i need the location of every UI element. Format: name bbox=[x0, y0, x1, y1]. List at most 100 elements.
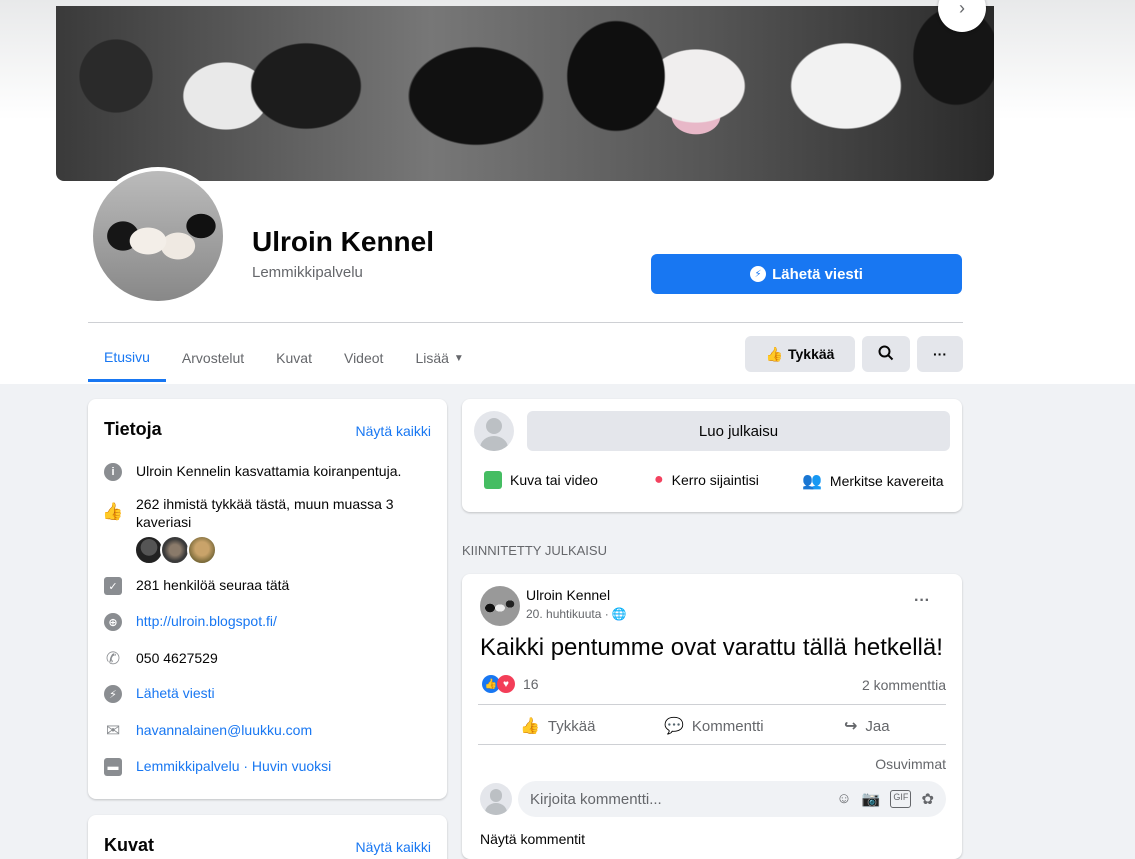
divider bbox=[478, 704, 946, 705]
location-pin-icon: ● bbox=[654, 471, 664, 488]
user-avatar[interactable] bbox=[474, 411, 514, 451]
pinned-post-label: KIINNITETTY JULKAISU bbox=[462, 543, 607, 558]
tab-label: Etusivu bbox=[104, 348, 150, 365]
globe-icon: 🌐 bbox=[611, 607, 627, 621]
page-category: Lemmikkipalvelu bbox=[252, 264, 363, 281]
composer-card: Luo julkaisu Kuva tai video ● Kerro sija… bbox=[462, 399, 962, 512]
commenter-avatar[interactable] bbox=[480, 783, 512, 815]
photo-icon bbox=[484, 471, 502, 489]
tab-label: Arvostelut bbox=[181, 350, 245, 366]
messenger-icon: ⚡ bbox=[104, 685, 122, 703]
thumbs-up-icon: 👍 bbox=[102, 502, 124, 521]
post-comment-button[interactable]: 💬 Kommentti bbox=[664, 716, 764, 736]
search-icon bbox=[878, 345, 894, 364]
tag-friends-button[interactable]: 👥 Merkitse kavereita bbox=[802, 471, 944, 491]
tag-friends-label: Merkitse kavereita bbox=[829, 473, 944, 489]
photo-video-label: Kuva tai video bbox=[510, 472, 598, 488]
divider bbox=[88, 322, 963, 323]
profile-picture[interactable] bbox=[89, 167, 227, 305]
post-text: Kaikki pentumme ovat varattu tällä hetke… bbox=[480, 634, 943, 661]
post-card: Ulroin Kennel 20. huhtikuuta · 🌐 ··· Kai… bbox=[462, 574, 962, 859]
about-categories-row: ▬ Lemmikkipalvelu · Huvin vuoksi bbox=[104, 758, 331, 776]
tag-friends-icon: 👥 bbox=[802, 473, 822, 490]
page-tabs: Etusivu Arvostelut Kuvat Videot Lisää ▼ bbox=[88, 334, 480, 382]
about-phone: 050 4627529 bbox=[136, 650, 218, 666]
category-icon: ▬ bbox=[104, 758, 122, 776]
tab-label: Kuvat bbox=[276, 350, 312, 366]
friends-avatars[interactable] bbox=[134, 535, 217, 565]
envelope-icon: ✉ bbox=[105, 721, 121, 740]
friend-avatar[interactable] bbox=[160, 535, 191, 565]
tab-photos[interactable]: Kuvat bbox=[260, 334, 328, 382]
location-button[interactable]: ● Kerro sijaintisi bbox=[654, 471, 759, 489]
like-page-button[interactable]: 👍 Tykkää bbox=[745, 336, 855, 372]
about-website-row: ⊕ http://ulroin.blogspot.fi/ bbox=[104, 613, 277, 631]
post-comment-label: Kommentti bbox=[691, 717, 764, 735]
post-like-button[interactable]: 👍 Tykkää bbox=[520, 716, 595, 736]
about-card: Tietoja Näytä kaikki i Ulroin Kennelin k… bbox=[88, 399, 447, 799]
location-label: Kerro sijaintisi bbox=[671, 472, 759, 488]
reactions[interactable]: 👍 ♥ 16 bbox=[482, 675, 539, 693]
comment-placeholder: Kirjoita kommentti... bbox=[530, 790, 662, 808]
tab-videos[interactable]: Videot bbox=[328, 334, 399, 382]
send-message-label: Lähetä viesti bbox=[772, 265, 863, 283]
about-title: Tietoja bbox=[104, 419, 162, 439]
cover-photo[interactable] bbox=[56, 6, 994, 181]
comments-count[interactable]: 2 kommenttia bbox=[862, 677, 946, 693]
show-comments-link[interactable]: Näytä kommentit bbox=[480, 831, 585, 847]
comment-sort-dropdown[interactable]: Osuvimmat bbox=[875, 756, 946, 772]
about-likes-row: 👍 262 ihmistä tykkää tästä, muun muassa … bbox=[102, 495, 424, 531]
create-post-button[interactable]: Luo julkaisu bbox=[527, 411, 950, 451]
tab-more[interactable]: Lisää ▼ bbox=[399, 334, 479, 382]
messenger-icon: ⚡ bbox=[750, 266, 767, 282]
about-email-row: ✉ havannalainen@luukku.com bbox=[104, 721, 312, 740]
chevron-right-icon: › bbox=[959, 0, 965, 18]
share-icon: ↪ bbox=[844, 718, 858, 735]
post-options-button[interactable]: ··· bbox=[914, 592, 930, 610]
about-followers-row: ✓ 281 henkilöä seuraa tätä bbox=[104, 577, 289, 595]
photo-video-button[interactable]: Kuva tai video bbox=[484, 471, 598, 489]
about-likes: 262 ihmistä tykkää tästä, muun muassa 3 … bbox=[136, 496, 394, 530]
gif-icon[interactable]: GIF bbox=[890, 790, 912, 808]
post-date[interactable]: 20. huhtikuuta · bbox=[526, 607, 609, 621]
thumbs-up-outline-icon: 👍 bbox=[520, 718, 540, 735]
like-label: Tykkää bbox=[787, 346, 835, 362]
photos-card: Kuvat Näytä kaikki bbox=[88, 815, 447, 859]
page-title: Ulroin Kennel bbox=[252, 226, 435, 257]
sticker-icon[interactable]: ✿ bbox=[921, 790, 934, 808]
tab-reviews[interactable]: Arvostelut bbox=[166, 334, 260, 382]
friend-avatar[interactable] bbox=[186, 535, 217, 565]
camera-icon[interactable]: 📷 bbox=[862, 790, 881, 808]
emoji-icon[interactable]: ☺ bbox=[836, 790, 851, 808]
post-share-button[interactable]: ↪ Jaa bbox=[844, 716, 890, 736]
about-message-row: ⚡ Lähetä viesti bbox=[104, 685, 215, 703]
post-author[interactable]: Ulroin Kennel bbox=[526, 587, 610, 603]
search-button[interactable] bbox=[862, 336, 910, 372]
post-author-avatar[interactable] bbox=[480, 586, 520, 626]
love-reaction-icon: ♥ bbox=[497, 675, 515, 693]
website-link[interactable]: http://ulroin.blogspot.fi/ bbox=[136, 613, 277, 629]
email-link[interactable]: havannalainen@luukku.com bbox=[136, 722, 312, 738]
about-description: Ulroin Kennelin kasvattamia koiranpentuj… bbox=[136, 463, 402, 479]
photos-see-all-link[interactable]: Näytä kaikki bbox=[356, 839, 431, 855]
reaction-count: 16 bbox=[523, 676, 539, 692]
about-see-all-link[interactable]: Näytä kaikki bbox=[356, 423, 431, 439]
tab-label: Videot bbox=[343, 350, 384, 366]
about-send-message-link[interactable]: Lähetä viesti bbox=[136, 685, 215, 701]
caret-down-icon: ▼ bbox=[453, 352, 464, 364]
divider bbox=[478, 744, 946, 745]
tab-label: Lisää bbox=[415, 350, 449, 366]
comment-input[interactable]: Kirjoita kommentti... ☺ 📷 GIF ✿ bbox=[518, 781, 946, 817]
comment-icon: 💬 bbox=[664, 718, 684, 735]
phone-icon: ✆ bbox=[105, 649, 121, 668]
thumbs-up-icon: 👍 bbox=[765, 345, 783, 362]
info-icon: i bbox=[104, 463, 122, 481]
categories-link[interactable]: Lemmikkipalvelu · Huvin vuoksi bbox=[136, 758, 331, 774]
about-description-row: i Ulroin Kennelin kasvattamia koiranpent… bbox=[104, 463, 401, 481]
send-message-button[interactable]: ⚡ Lähetä viesti bbox=[651, 254, 962, 294]
globe-icon: ⊕ bbox=[104, 613, 122, 631]
post-share-label: Jaa bbox=[865, 717, 890, 735]
more-options-button[interactable]: ··· bbox=[917, 336, 963, 372]
post-meta: 20. huhtikuuta · 🌐 bbox=[526, 607, 627, 621]
tab-home[interactable]: Etusivu bbox=[88, 334, 166, 382]
